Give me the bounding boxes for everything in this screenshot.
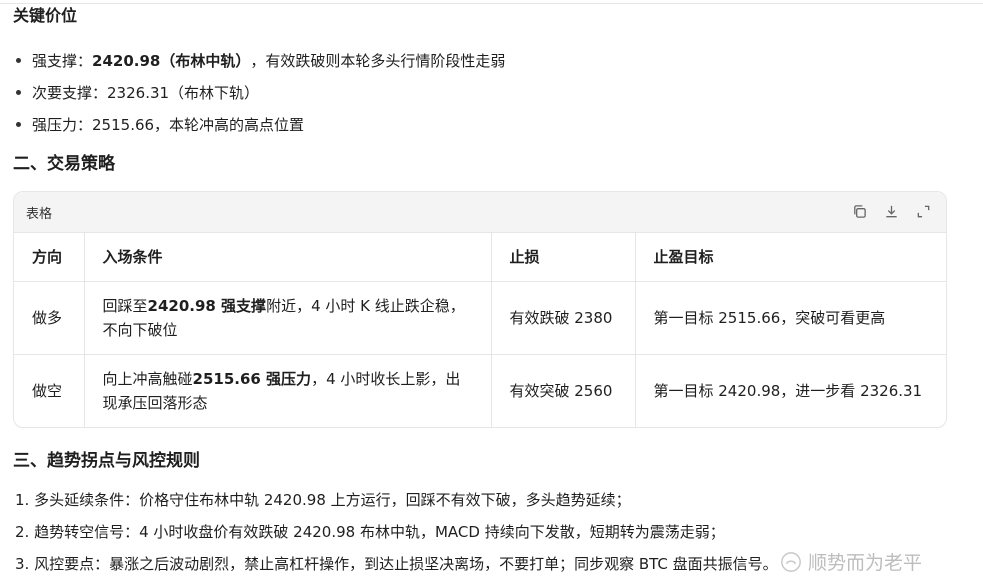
risk-rules-list: 1. 多头延续条件：价格守住布林中轨 2420.98 上方运行，回踩不有效下破，… (15, 483, 778, 579)
cell-direction: 做空 (14, 354, 85, 427)
cell-target: 第一目标 2515.66，突破可看更高 (635, 281, 946, 355)
list-item: 强支撑： 2420.98（布林中轨） ，有效跌破则本轮多头行情阶段性走弱 (16, 44, 505, 76)
cell-target: 第一目标 2420.98，进一步看 2326.31 (635, 354, 946, 427)
list-item: 2. 趋势转空信号：4 小时收盘价有效跌破 2420.98 布林中轨，MACD … (15, 522, 725, 541)
header-stop: 止损 (491, 232, 636, 282)
entry-prefix: 回踩至 (102, 297, 148, 315)
item-prefix: 强支撑： (32, 51, 93, 70)
entry-bold: 2420.98 强支撑 (147, 297, 267, 315)
cell-entry: 回踩至2420.98 强支撑附近，4 小时 K 线止跌企稳，不向下破位 (84, 281, 492, 355)
list-item: 强压力： 2515.66，本轮冲高的高点位置 (16, 108, 505, 140)
item-suffix: 2515.66，本轮冲高的高点位置 (92, 115, 305, 134)
watermark-text: 顺势而为老平 (808, 552, 923, 574)
item-prefix: 次要支撑： (32, 83, 108, 102)
item-suffix: ，有效跌破则本轮多头行情阶段性走弱 (250, 51, 506, 70)
copy-icon[interactable] (850, 202, 868, 220)
item-bold: 2420.98（布林中轨） (92, 51, 251, 70)
cell-stop: 有效突破 2560 (491, 354, 636, 427)
bullet-dot (16, 57, 21, 63)
section-heading-risk: 三、趋势拐点与风控规则 (13, 451, 200, 471)
table-card-header: 表格 (14, 192, 946, 232)
key-levels-list: 强支撑： 2420.98（布林中轨） ，有效跌破则本轮多头行情阶段性走弱 次要支… (16, 44, 505, 140)
table-header-row: 方向 入场条件 止损 止盈目标 (14, 232, 946, 282)
entry-bold: 2515.66 强压力 (192, 370, 312, 388)
item-suffix: 2326.31（布林下轨） (107, 83, 260, 102)
strategy-table-card: 表格 方向 入场条件 止损 止盈目标 做多 回踩至2420.98 强支撑附近，4… (13, 191, 947, 428)
section-heading-strategy: 二、交易策略 (13, 154, 115, 174)
table-row: 做空 向上冲高触碰2515.66 强压力，4 小时收长上影，出现承压回落形态 有… (14, 354, 946, 427)
top-divider (0, 3, 983, 4)
expand-icon[interactable] (914, 202, 932, 220)
bullet-dot (16, 89, 21, 95)
key-levels-heading: 关键价位 (13, 6, 78, 25)
watermark: 顺势而为老平 (780, 548, 922, 575)
list-item: 1. 多头延续条件：价格守住布林中轨 2420.98 上方运行，回踩不有效下破，… (15, 490, 631, 509)
table-caption: 表格 (26, 207, 53, 222)
entry-prefix: 向上冲高触碰 (102, 370, 193, 388)
header-entry: 入场条件 (84, 232, 492, 282)
item-prefix: 强压力： (32, 115, 93, 134)
header-direction: 方向 (14, 232, 85, 282)
cell-direction: 做多 (14, 281, 85, 355)
bullet-dot (16, 121, 21, 127)
strategy-table: 方向 入场条件 止损 止盈目标 做多 回踩至2420.98 强支撑附近，4 小时… (14, 232, 946, 427)
download-icon[interactable] (882, 202, 900, 220)
table-row: 做多 回踩至2420.98 强支撑附近，4 小时 K 线止跌企稳，不向下破位 有… (14, 281, 946, 355)
list-item: 次要支撑： 2326.31（布林下轨） (16, 76, 505, 108)
list-item: 3. 风控要点：暴涨之后波动剧烈，禁止高杠杆操作，到达止损坚决离场，不要打单；同… (15, 554, 778, 573)
header-target: 止盈目标 (635, 232, 946, 282)
cell-entry: 向上冲高触碰2515.66 强压力，4 小时收长上影，出现承压回落形态 (84, 354, 492, 427)
table-toolbar (850, 202, 932, 220)
watermark-logo-icon (781, 551, 801, 572)
cell-stop: 有效跌破 2380 (491, 281, 636, 355)
